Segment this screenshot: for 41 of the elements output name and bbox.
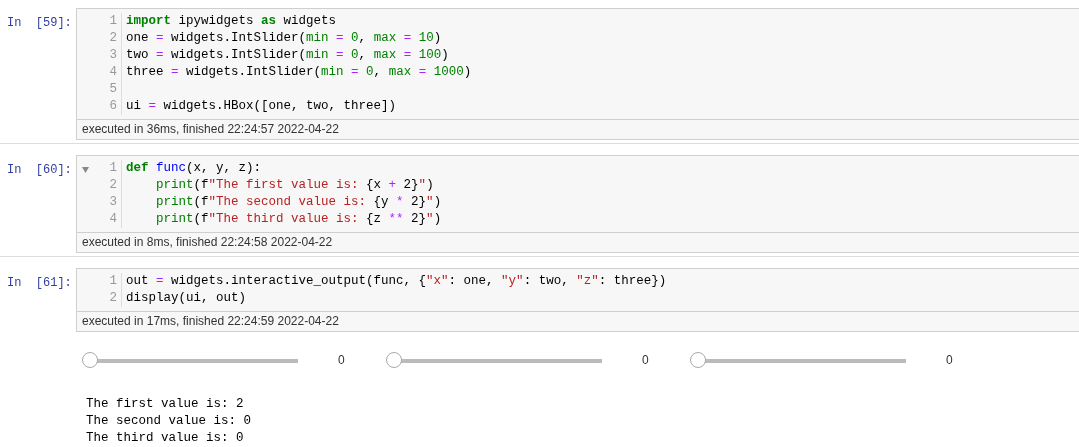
line-number: 6 [109, 98, 117, 115]
slider-value: 0 [642, 353, 649, 367]
code-editor[interactable]: 1 2 3 4 def func(x, y, z): print(f"The first value is: {x + 2}") print(f"The second value is: {y * 2}") print(f"The third value is: {z ** 2}") [77, 156, 1079, 232]
code-line: three = widgets.IntSlider(min = 0, max = 1000) [126, 65, 472, 79]
line-number: 1 [109, 160, 117, 177]
code-line: import ipywidgets as widgets [126, 14, 337, 28]
code-line: def func(x, y, z): [126, 161, 262, 175]
line-number: 2 [109, 290, 117, 307]
code-line: print(f"The first value is: {x + 2}") [155, 178, 434, 192]
slider-thumb[interactable] [82, 352, 98, 368]
line-number: 4 [109, 64, 117, 81]
code-line: out = widgets.interactive_output(func, {"x": one, "y": two, "z": three}) [126, 274, 667, 288]
code-line: one = widgets.IntSlider(min = 0, max = 10) [126, 31, 442, 45]
line-number: 5 [109, 81, 117, 98]
line-number: 1 [109, 13, 117, 30]
code-line: display(ui, out) [126, 291, 247, 305]
code-line: two = widgets.IntSlider(min = 0, max = 100) [126, 48, 449, 62]
input-prompt: In [60]: [6, 162, 73, 179]
execution-info: executed in 36ms, finished 22:24:57 2022-04-22 [82, 122, 339, 136]
line-number: 3 [109, 194, 117, 211]
execution-info: executed in 8ms, finished 22:24:58 2022-04-22 [82, 235, 333, 249]
output-line: The second value is: 0 [86, 414, 252, 428]
output-line: The first value is: 2 [86, 397, 244, 411]
line-number: 3 [109, 47, 117, 64]
execution-info: executed in 17ms, finished 22:24:59 2022-04-22 [82, 314, 339, 328]
line-number: 1 [109, 273, 117, 290]
line-number: 4 [109, 211, 117, 228]
slider-value: 0 [338, 353, 345, 367]
input-prompt: In [59]: [6, 15, 73, 32]
line-number: 2 [109, 177, 117, 194]
code-line: print(f"The third value is: {z ** 2}") [155, 212, 442, 226]
code-line: print(f"The second value is: {y * 2}") [155, 195, 442, 209]
collapse-icon[interactable] [82, 167, 89, 173]
slider-thumb[interactable] [386, 352, 402, 368]
code-editor[interactable]: 1 2 out = widgets.interactive_output(func, {"x": one, "y": two, "z": three}) display(ui, out) [77, 269, 1079, 311]
slider-thumb[interactable] [690, 352, 706, 368]
slider-value: 0 [946, 353, 953, 367]
line-number: 2 [109, 30, 117, 47]
code-line: ui = widgets.HBox([one, two, three]) [126, 99, 397, 113]
output-line: The third value is: 0 [86, 431, 244, 445]
input-prompt: In [61]: [6, 275, 73, 292]
